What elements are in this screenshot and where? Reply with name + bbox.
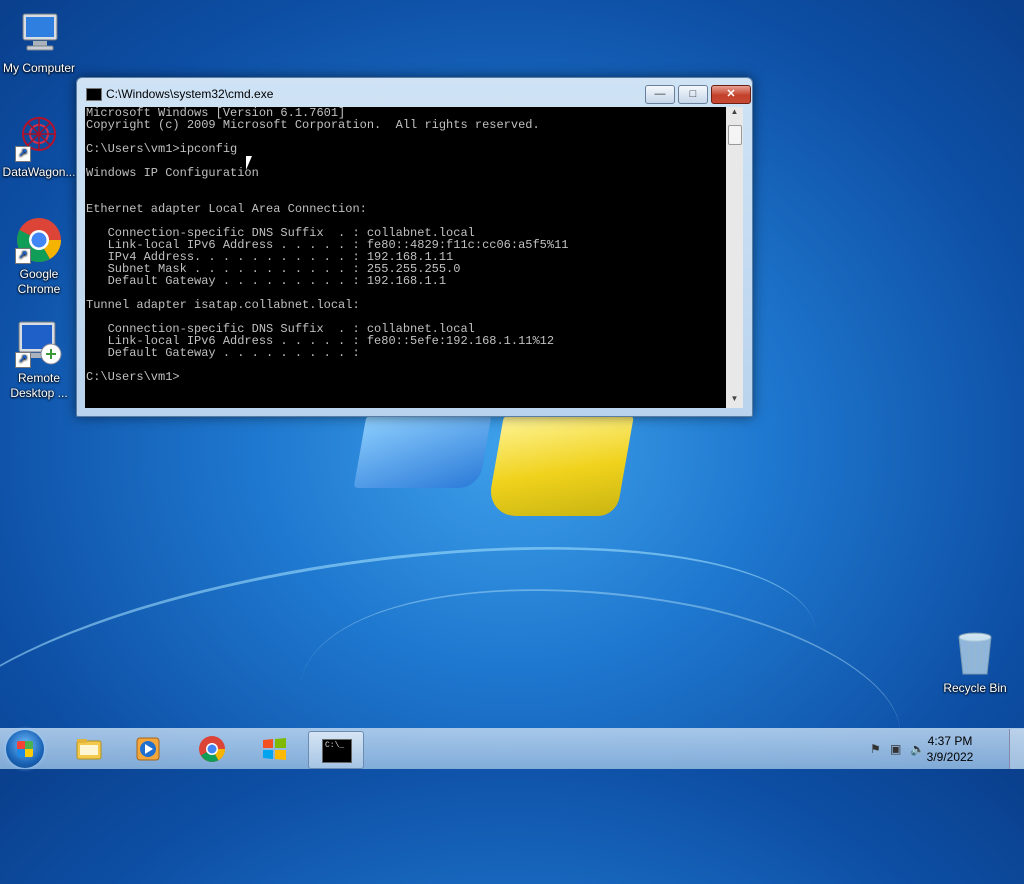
mouse-cursor-icon: [246, 156, 252, 170]
taskbar-item-chrome[interactable]: [185, 731, 239, 767]
taskbar-item-explorer[interactable]: [62, 731, 116, 767]
minimize-button[interactable]: —: [645, 85, 675, 104]
datawagon-icon: ↗: [15, 114, 63, 162]
console-output: Microsoft Windows [Version 6.1.7601] Cop…: [86, 107, 569, 384]
network-icon[interactable]: ▣: [890, 742, 904, 756]
clock-date: 3/9/2022: [926, 750, 974, 764]
close-button[interactable]: ✕: [711, 85, 751, 104]
desktop-icon-google-chrome[interactable]: ↗ Google Chrome: [0, 216, 78, 297]
start-button[interactable]: [6, 730, 44, 768]
media-player-icon: [136, 737, 160, 761]
clock-time: 4:37 PM: [927, 734, 973, 748]
show-desktop-button[interactable]: [1009, 729, 1024, 769]
computer-icon: [15, 10, 63, 58]
shortcut-arrow-icon: ↗: [15, 248, 31, 264]
desktop-icon-recycle-bin[interactable]: Recycle Bin: [936, 630, 1014, 696]
windows-logo-icon: [263, 738, 286, 760]
desktop-icon-label: My Computer: [2, 61, 76, 75]
taskbar-item-cmd[interactable]: C:\_: [308, 731, 364, 769]
scroll-down-arrow-icon[interactable]: ▼: [726, 394, 743, 408]
vertical-scrollbar[interactable]: ▲ ▼: [726, 107, 743, 408]
cmd-icon: C:\_: [322, 739, 352, 763]
chrome-icon: [199, 736, 226, 762]
desktop-icon-my-computer[interactable]: My Computer: [0, 10, 78, 76]
desktop-icon-label: Remote Desktop ...: [10, 371, 68, 400]
shortcut-arrow-icon: ↗: [15, 352, 31, 368]
maximize-button[interactable]: □: [678, 85, 708, 104]
cmd-icon-label: C:\_: [325, 741, 345, 750]
desktop-icon-remote-desktop[interactable]: ↗ Remote Desktop ...: [0, 320, 78, 401]
recycle-bin-icon: [951, 630, 999, 678]
action-center-flag-icon[interactable]: ⚑: [870, 742, 884, 756]
clock[interactable]: 4:37 PM 3/9/2022: [920, 733, 980, 765]
window-title: C:\Windows\system32\cmd.exe: [106, 87, 274, 101]
taskbar-item-media-player[interactable]: [121, 731, 175, 767]
system-tray: ⚑ ▣ 🔈 4:37 PM 3/9/2022: [864, 729, 1024, 769]
desktop-icon-label: Google Chrome: [17, 267, 61, 296]
remote-desktop-icon: ↗: [15, 320, 63, 368]
taskbar: C:\_ ⚑ ▣ 🔈 4:37 PM 3/9/2022: [0, 728, 1024, 769]
desktop-icon-label: DataWagon...: [2, 165, 76, 179]
scrollbar-thumb[interactable]: [728, 125, 742, 145]
cmd-icon: [86, 88, 102, 101]
title-bar[interactable]: C:\Windows\system32\cmd.exe — □ ✕: [77, 78, 752, 106]
cmd-window[interactable]: C:\Windows\system32\cmd.exe — □ ✕ Micros…: [76, 77, 753, 417]
file-explorer-icon: [76, 739, 102, 760]
desktop-icon-label: Recycle Bin: [943, 681, 1007, 695]
console-area[interactable]: Microsoft Windows [Version 6.1.7601] Cop…: [85, 107, 726, 408]
desktop-icon-datawagon[interactable]: ↗ DataWagon...: [0, 114, 78, 180]
shortcut-arrow-icon: ↗: [15, 146, 31, 162]
wallpaper-windows-logo: [353, 408, 634, 518]
windows-flag-icon: [17, 741, 33, 757]
chrome-icon: ↗: [15, 216, 63, 264]
taskbar-item-windows[interactable]: [247, 731, 301, 767]
scroll-up-arrow-icon[interactable]: ▲: [726, 107, 743, 121]
